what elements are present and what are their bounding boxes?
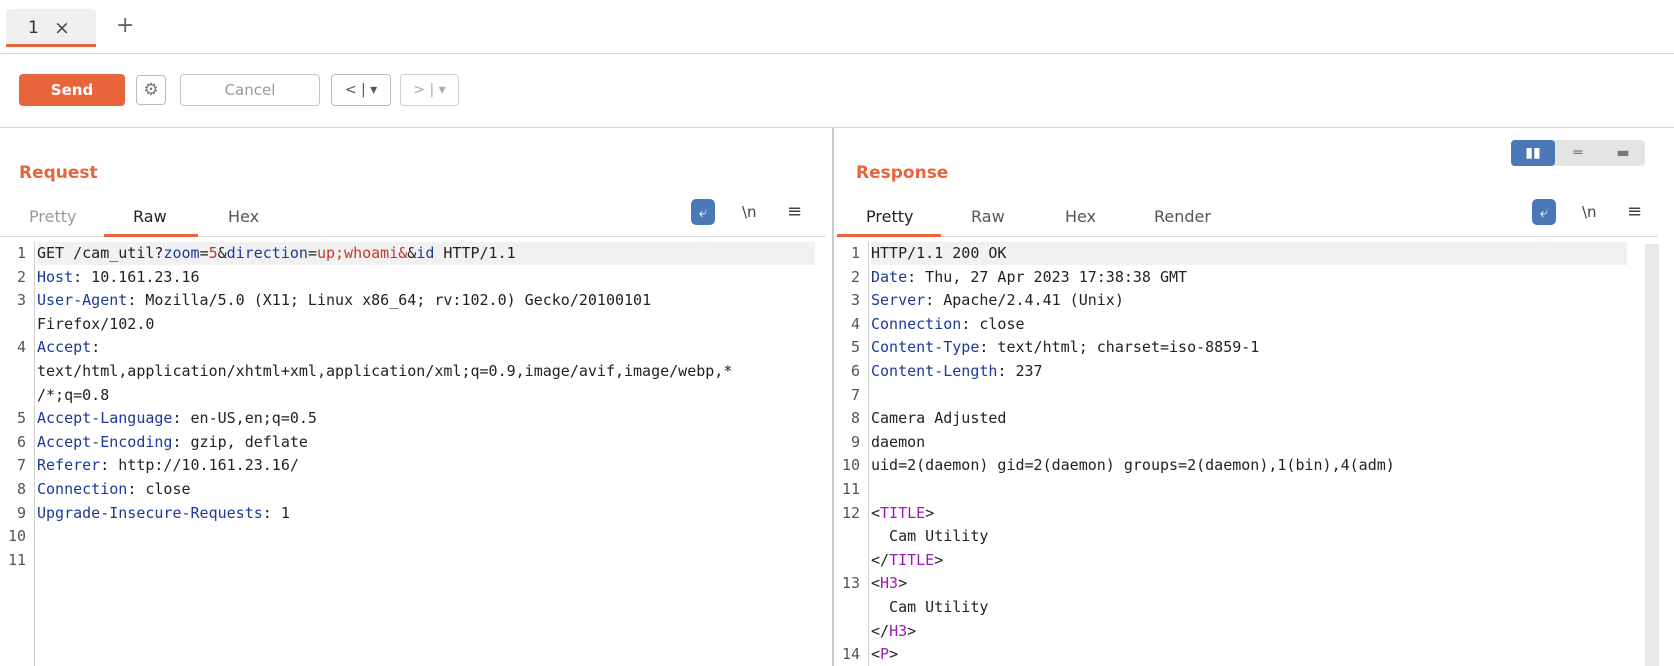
- code-line: Server: Apache/2.4.41 (Unix): [871, 291, 1124, 310]
- response-tab-raw[interactable]: Raw: [971, 207, 1005, 226]
- code-line: Connection: close: [37, 480, 191, 498]
- code-line: <H3>: [871, 574, 908, 593]
- back-button[interactable]: < | ▾: [331, 74, 391, 106]
- response-tab-hex[interactable]: Hex: [1065, 207, 1096, 226]
- code-line: HTTP/1.1 200 OK: [871, 242, 1627, 265]
- menu-icon[interactable]: ≡: [1627, 201, 1642, 222]
- tab-bar: [0, 0, 1674, 54]
- tab-label: 1: [28, 18, 39, 38]
- line-number: 1: [16, 244, 26, 262]
- line-number: 11: [7, 550, 26, 569]
- word-wrap-icon[interactable]: ⤶: [1532, 199, 1556, 225]
- request-tab-raw[interactable]: Raw: [133, 207, 167, 226]
- layout-vertical-icon[interactable]: ═: [1556, 140, 1600, 166]
- line-number: 10: [841, 456, 860, 475]
- line-number: 12: [841, 503, 860, 522]
- line-number: 2: [16, 267, 26, 286]
- line-number: 10: [7, 527, 26, 546]
- line-number: 3: [850, 291, 860, 310]
- tab-1[interactable]: [6, 9, 96, 47]
- request-tab-hex[interactable]: Hex: [228, 207, 259, 226]
- line-number: [2, 313, 26, 336]
- line-number: 4: [850, 314, 860, 333]
- layout-tabs-icon[interactable]: ▬: [1601, 140, 1645, 166]
- word-wrap-icon[interactable]: ⤶: [691, 199, 715, 225]
- code-line: Accept-Language: en-US,en;q=0.5: [37, 409, 317, 428]
- code-line: text/html,application/xhtml+xml,applicat…: [37, 362, 733, 380]
- code-line: <TITLE>: [871, 503, 935, 522]
- code-line: Content-Length: 237: [871, 362, 1043, 380]
- line-number: [836, 596, 860, 619]
- line-number: 6: [850, 362, 860, 380]
- line-number: 13: [841, 574, 860, 593]
- cancel-button[interactable]: Cancel: [180, 74, 320, 106]
- response-tab-indicator: [837, 234, 941, 237]
- code-line: Firefox/102.0: [37, 314, 155, 333]
- line-number: 9: [16, 503, 26, 522]
- line-number: 5: [16, 409, 26, 428]
- line-number: 7: [16, 456, 26, 475]
- line-number: [2, 360, 26, 383]
- response-tab-border: [834, 236, 1658, 237]
- line-number: 4: [16, 338, 26, 357]
- line-number: 8: [850, 409, 860, 428]
- send-button[interactable]: Send: [19, 74, 125, 106]
- code-line: uid=2(daemon) gid=2(daemon) groups=2(dae…: [871, 456, 1395, 475]
- line-number: [836, 525, 860, 548]
- line-number: [2, 384, 26, 407]
- line-number: 8: [16, 480, 26, 498]
- code-line: Cam Utility: [871, 527, 989, 546]
- code-line: Content-Type: text/html; charset=iso-885…: [871, 338, 1260, 357]
- line-number: 11: [841, 480, 860, 498]
- line-number: 6: [16, 432, 26, 451]
- scrollbar[interactable]: [1645, 244, 1659, 666]
- code-line: daemon: [871, 432, 926, 451]
- tab-active-indicator: [6, 44, 96, 47]
- line-number: 9: [850, 432, 860, 451]
- request-tab-pretty[interactable]: Pretty: [29, 207, 76, 226]
- gear-icon[interactable]: ⚙: [136, 75, 166, 105]
- line-number: 7: [850, 385, 860, 404]
- menu-icon[interactable]: ≡: [787, 201, 802, 222]
- close-icon[interactable]: ×: [54, 17, 70, 39]
- code-line: Host: 10.161.23.16: [37, 267, 200, 286]
- code-line: Cam Utility: [871, 598, 989, 616]
- response-editor[interactable]: 1 HTTP/1.1 200 OK 2 Date: Thu, 27 Apr 2023 …: [834, 242, 1644, 666]
- request-title: Request: [19, 163, 98, 183]
- code-line: Upgrade-Insecure-Requests: 1: [37, 503, 290, 522]
- code-line: <P>: [871, 645, 899, 664]
- response-tab-render[interactable]: Render: [1154, 207, 1211, 226]
- forward-button[interactable]: > | ▾: [400, 74, 459, 106]
- layout-toggle: ▮▮ ═ ▬: [1511, 140, 1645, 166]
- line-number: 3: [16, 291, 26, 310]
- response-tab-pretty[interactable]: Pretty: [866, 207, 913, 226]
- code-line: User-Agent: Mozilla/5.0 (X11; Linux x86_…: [37, 291, 652, 310]
- code-line: GET /cam_util?zoom=5&direction=up;whoami…: [37, 242, 815, 265]
- code-line: Referer: http://10.161.23.16/: [37, 456, 299, 475]
- code-line: /*;q=0.8: [37, 385, 110, 404]
- code-line: Accept-Encoding: gzip, deflate: [37, 432, 308, 451]
- code-line: </H3>: [871, 621, 917, 640]
- request-tab-indicator: [104, 234, 198, 237]
- code-line: Connection: close: [871, 314, 1025, 333]
- code-line: </TITLE>: [871, 550, 944, 569]
- newline-toggle[interactable]: \n: [742, 203, 757, 221]
- layout-side-by-side-icon[interactable]: ▮▮: [1511, 140, 1555, 166]
- line-number: [836, 620, 860, 643]
- response-title: Response: [856, 163, 949, 183]
- code-line: Date: Thu, 27 Apr 2023 17:38:38 GMT: [871, 267, 1188, 286]
- line-number: 14: [841, 645, 860, 664]
- line-number: 2: [850, 267, 860, 286]
- code-line: Accept:: [37, 338, 101, 357]
- add-tab-icon[interactable]: +: [116, 13, 134, 38]
- line-number: 1: [850, 244, 860, 262]
- code-line: Camera Adjusted: [871, 409, 1007, 428]
- newline-toggle[interactable]: \n: [1582, 203, 1597, 221]
- line-number: [836, 549, 860, 572]
- request-editor[interactable]: 1 GET /cam_util?zoom=5&direction=up;whoam…: [0, 242, 832, 666]
- line-number: 5: [850, 338, 860, 357]
